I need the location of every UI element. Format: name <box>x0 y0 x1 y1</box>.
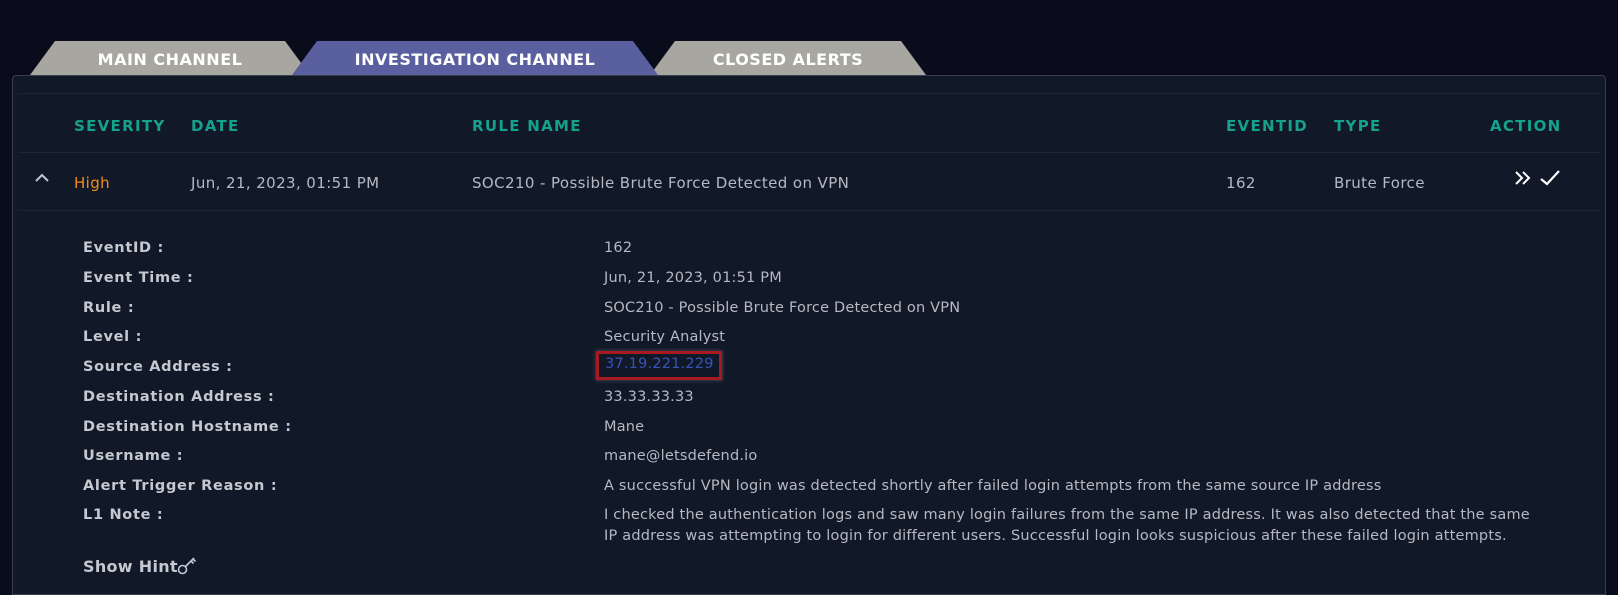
detail-label-l1-note: L1 Note : <box>83 507 164 523</box>
chevron-up-icon[interactable] <box>32 168 52 188</box>
detail-value-destination-address: 33.33.33.33 <box>604 389 694 405</box>
alert-date: Jun, 21, 2023, 01:51 PM <box>191 174 380 192</box>
column-header-rule-name[interactable]: RULE NAME <box>472 117 582 135</box>
detail-value-level: Security Analyst <box>604 329 726 345</box>
tab-main-channel[interactable]: MAIN CHANNEL <box>30 41 310 75</box>
detail-label-username: Username : <box>83 448 184 464</box>
source-address-link[interactable]: 37.19.221.229 <box>605 356 714 372</box>
detail-label-rule: Rule : <box>83 300 135 316</box>
tab-main-channel-label: MAIN CHANNEL <box>97 49 243 69</box>
detail-label-destination-address: Destination Address : <box>83 389 275 405</box>
detail-value-eventid: 162 <box>604 240 633 256</box>
divider <box>18 210 1600 211</box>
tab-closed-alerts-label: CLOSED ALERTS <box>712 49 864 69</box>
divider <box>18 93 1600 94</box>
detail-value-username: mane@letsdefend.io <box>604 448 758 464</box>
alert-rule-name: SOC210 - Possible Brute Force Detected o… <box>472 174 850 192</box>
detail-label-source-address: Source Address : <box>83 359 233 375</box>
column-header-date[interactable]: DATE <box>191 117 240 135</box>
alert-type: Brute Force <box>1334 174 1425 192</box>
detail-value-destination-hostname: Mane <box>604 419 645 435</box>
double-chevron-right-icon[interactable] <box>1512 168 1536 188</box>
alert-severity: High <box>74 174 111 192</box>
detail-label-alert-trigger-reason: Alert Trigger Reason : <box>83 478 278 494</box>
detail-value-l1-note: I checked the authentication logs and sa… <box>604 507 1530 544</box>
detail-value-event-time: Jun, 21, 2023, 01:51 PM <box>604 270 782 286</box>
show-hint-button[interactable]: Show Hint <box>83 557 178 576</box>
column-header-eventid[interactable]: EVENTID <box>1226 117 1308 135</box>
key-icon[interactable] <box>176 554 198 576</box>
detail-label-event-time: Event Time : <box>83 270 194 286</box>
tab-investigation-channel-label: INVESTIGATION CHANNEL <box>354 49 596 69</box>
alert-eventid: 162 <box>1226 174 1256 192</box>
detail-value-rule: SOC210 - Possible Brute Force Detected o… <box>604 300 961 316</box>
tab-closed-alerts[interactable]: CLOSED ALERTS <box>650 41 926 75</box>
detail-label-eventid: EventID : <box>83 240 165 256</box>
detail-label-level: Level : <box>83 329 143 345</box>
detail-label-destination-hostname: Destination Hostname : <box>83 419 292 435</box>
detail-value-alert-trigger-reason: A successful VPN login was detected shor… <box>604 478 1382 494</box>
divider <box>18 152 1600 153</box>
column-header-severity[interactable]: SEVERITY <box>74 117 166 135</box>
tab-investigation-channel[interactable]: INVESTIGATION CHANNEL <box>292 41 658 75</box>
check-icon[interactable] <box>1538 168 1562 188</box>
column-header-type[interactable]: TYPE <box>1334 117 1382 135</box>
column-header-action: ACTION <box>1490 117 1562 135</box>
